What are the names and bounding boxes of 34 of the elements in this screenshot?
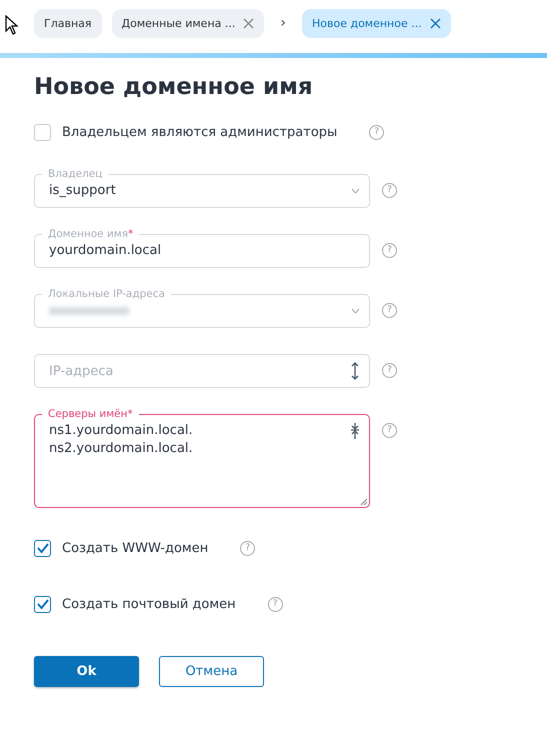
breadcrumb-separator: ›	[279, 15, 287, 31]
help-icon[interactable]: ?	[382, 363, 397, 378]
help-icon[interactable]: ?	[382, 243, 397, 258]
close-icon[interactable]	[430, 18, 441, 28]
page-title: Новое доменное имя	[34, 74, 314, 100]
help-icon[interactable]: ?	[382, 183, 397, 198]
chevron-down-icon[interactable]	[351, 188, 360, 194]
input-field[interactable]: IP-адреса	[34, 346, 370, 388]
tab[interactable]: Доменные имена ...	[112, 8, 264, 38]
ok-button[interactable]: Ok	[34, 656, 139, 687]
tab[interactable]: Новое доменное ...	[302, 8, 451, 38]
collapse-icon[interactable]	[350, 422, 360, 440]
help-icon[interactable]: ?	[369, 124, 384, 140]
checkbox[interactable]	[34, 540, 51, 556]
checkbox-label: Создать WWW-домен	[62, 540, 208, 556]
help-icon[interactable]: ?	[268, 596, 283, 612]
checkbox-label: Создать почтовый домен	[62, 596, 236, 612]
checkbox-label: Владельцем являются администраторы	[62, 124, 338, 140]
pointer-icon	[5, 15, 19, 35]
tab[interactable]: Главная	[34, 8, 102, 38]
input-field[interactable]: Локальные IP-адреса	[34, 286, 370, 328]
help-icon[interactable]: ?	[240, 540, 256, 556]
input-field[interactable]: Доменное имя* yourdomain.local	[34, 226, 370, 268]
help-icon[interactable]: ?	[382, 303, 397, 318]
checkbox[interactable]	[34, 596, 51, 612]
help-icon[interactable]: ?	[382, 423, 397, 438]
chevron-down-icon[interactable]	[351, 308, 360, 314]
input-field[interactable]: Серверы имён* ns1.yourdomain.local. ns2.yourdomain.local.	[34, 406, 370, 508]
expand-icon[interactable]	[350, 362, 360, 380]
close-icon[interactable]	[243, 18, 254, 28]
resize-handle[interactable]	[360, 498, 368, 506]
cancel-button[interactable]: Отмена	[159, 656, 264, 687]
checkbox[interactable]	[34, 124, 51, 140]
input-field[interactable]: Владелец is_support	[34, 166, 370, 208]
